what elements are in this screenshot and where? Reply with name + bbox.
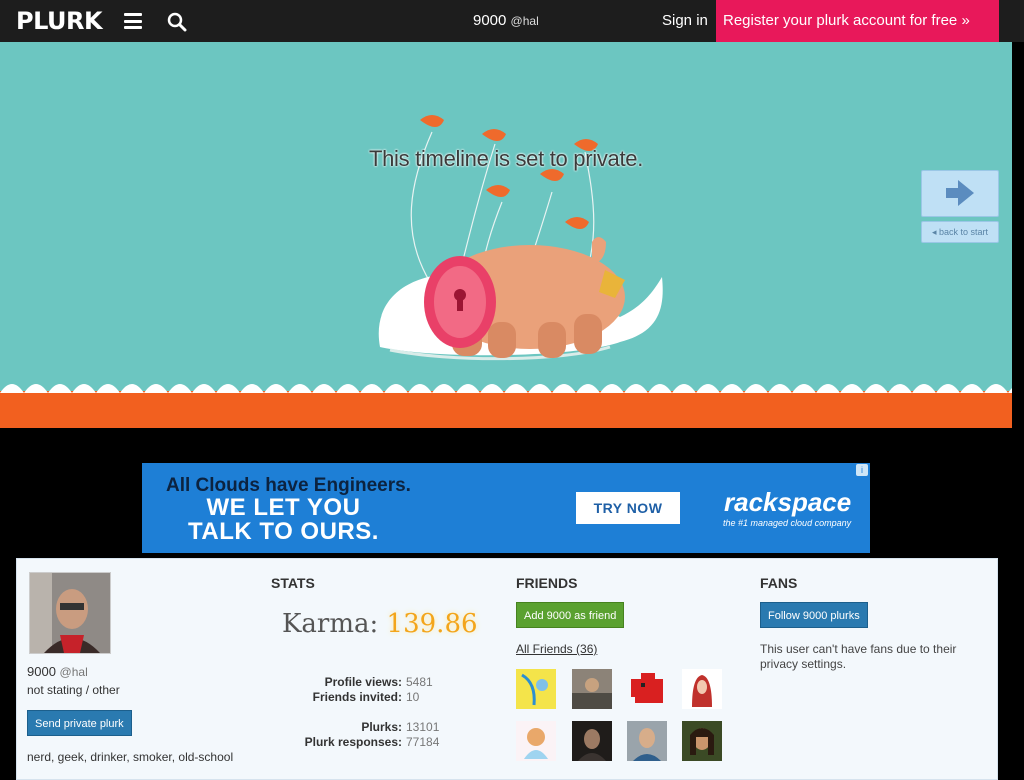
friend-avatar[interactable] [682,721,722,761]
ad-slogan: WE LET YOU TALK TO OURS. [188,496,379,544]
profile-bio: nerd, geek, drinker, smoker, old-school [27,750,234,764]
back-arrow-icon: ◂ [931,227,937,237]
karma-label: Karma: [282,609,379,639]
avatar-image [30,573,110,653]
stats-title: STATS [271,575,315,591]
stat-key: Profile views: [324,675,402,689]
user-display-name: 9000 [473,12,507,29]
stat-value: 13101 [406,720,440,734]
stat-value: 5481 [406,675,433,689]
add-friend-button[interactable]: Add 9000 as friend [516,602,625,628]
stat-friends-invited: Friends invited: 10 [272,690,420,704]
send-private-plurk-button[interactable]: Send private plurk [27,710,132,736]
stat-value: 77184 [406,735,440,749]
search-icon[interactable] [167,12,187,32]
karma-display: Karma: 139.86 [282,609,478,639]
user-handle: @hal [510,14,539,28]
stat-plurk-responses: Plurk responses: 77184 [272,735,440,749]
arrow-right-icon [946,180,974,206]
next-page-button[interactable] [921,170,999,217]
stat-key: Plurks: [361,720,402,734]
plurk-logo[interactable]: PLURK [16,9,103,33]
friend-avatar[interactable] [516,669,556,709]
pig-on-whale-illustration [378,115,663,361]
stat-plurks: Plurks: 13101 [272,720,439,734]
profile-panel: 9000 @hal not stating / other Send priva… [16,558,998,780]
wave-border [0,384,1012,428]
private-timeline-message: This timeline is set to private. [368,146,644,171]
stat-key: Plurk responses: [304,735,402,749]
stat-profile-views: Profile views: 5481 [272,675,433,689]
friend-avatar[interactable] [572,669,612,709]
friend-avatar[interactable] [682,669,722,709]
friends-title: FRIENDS [516,575,578,591]
profile-status: not stating / other [27,683,120,697]
friend-avatar[interactable] [627,721,667,761]
profile-display-name: 9000 [27,664,56,679]
ad-try-now-button[interactable]: TRY NOW [576,492,680,524]
top-navigation-bar: PLURK 9000 @hal Sign in Register your pl… [0,0,1024,42]
stat-key: Friends invited: [312,690,402,704]
sign-in-link[interactable]: Sign in [662,12,708,29]
friend-avatar[interactable] [516,721,556,761]
ad-info-icon[interactable]: i [856,464,868,476]
avatar[interactable] [29,572,111,654]
user-display: 9000 @hal [473,12,539,29]
stat-value: 10 [406,690,420,704]
all-friends-link[interactable]: All Friends (36) [516,642,597,656]
friend-avatar[interactable] [572,721,612,761]
fans-privacy-message: This user can't have fans due to their p… [760,642,957,671]
rackspace-ad[interactable]: All Clouds have Engineers. WE LET YOU TA… [142,463,870,553]
back-to-start-button[interactable]: ◂ back to start [921,221,999,243]
private-timeline-banner: This timeline is set to private. ◂ back … [0,42,1012,428]
friend-avatar[interactable] [627,669,667,709]
ad-slogan-line-1: WE LET YOU [206,494,361,521]
back-to-start-label: back to start [939,227,989,237]
karma-value: 139.86 [386,609,478,639]
profile-name: 9000 @hal [27,664,88,679]
follow-button[interactable]: Follow 9000 plurks [760,602,868,628]
hamburger-menu-icon[interactable] [124,13,142,29]
rackspace-logo: rackspace [724,487,852,517]
ad-slogan-line-2: TALK TO OURS. [188,518,379,545]
ad-tagline: the #1 managed cloud company [723,518,852,528]
register-button[interactable]: Register your plurk account for free » [716,0,999,42]
fans-title: FANS [760,575,798,591]
profile-handle: @hal [59,665,88,679]
